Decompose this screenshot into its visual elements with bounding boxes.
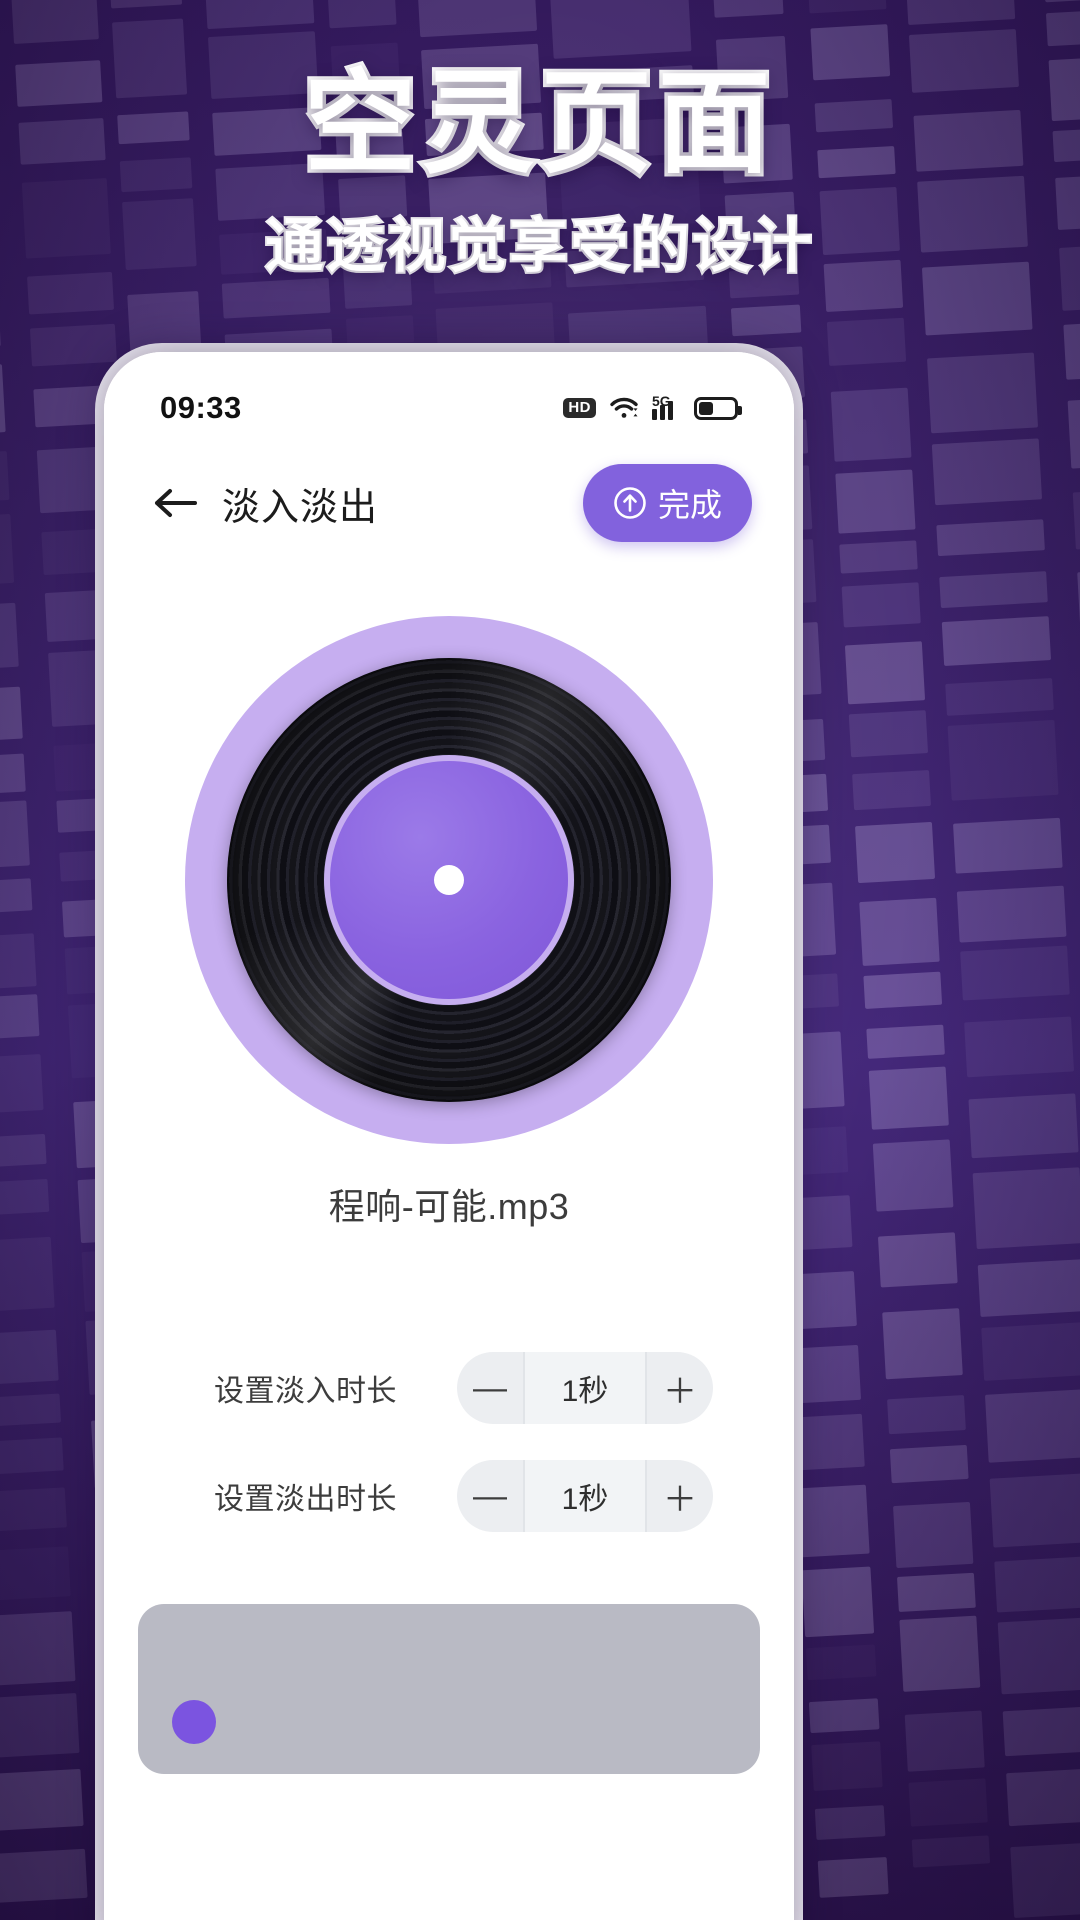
- promo-subtitle: 通透视觉享受的设计: [263, 210, 815, 282]
- done-button[interactable]: 完成: [582, 464, 752, 542]
- bottom-panel-indicator-dot: [172, 1700, 216, 1744]
- duration-stepper[interactable]: —1秒＋: [457, 1352, 713, 1424]
- setting-label: 设置淡出时长: [214, 1483, 397, 1516]
- battery-icon: [694, 396, 742, 420]
- stepper-minus-button[interactable]: —: [457, 1460, 523, 1532]
- battery-level: [699, 401, 714, 415]
- setting-row: 设置淡入时长 —1秒＋: [104, 1352, 794, 1424]
- bottom-panel[interactable]: [138, 1604, 760, 1774]
- settings-list: 设置淡入时长 —1秒＋ 设置淡出时长 —1秒＋: [104, 1352, 794, 1568]
- duration-stepper[interactable]: —1秒＋: [457, 1460, 713, 1532]
- promo-screenshot: 空灵页面 通透视觉享受的设计 09:33 HD 5G 淡入淡出 完成 程响-可能…: [0, 0, 1080, 1920]
- upload-icon: [614, 487, 646, 519]
- phone-mockup: 09:33 HD 5G 淡入淡出 完成 程响-可能.mp3 设置淡入时长 — 1…: [104, 352, 794, 1920]
- promo-title: 空灵页面: [301, 58, 776, 191]
- artwork-area: [104, 600, 794, 1160]
- back-button[interactable]: [146, 474, 204, 532]
- stepper-plus-button[interactable]: ＋: [647, 1352, 713, 1424]
- hd-icon: HD: [563, 398, 596, 418]
- stepper-value: 1秒: [523, 1460, 647, 1532]
- wifi-icon: [609, 396, 639, 420]
- phone-screen: 09:33 HD 5G 淡入淡出 完成 程响-可能.mp3 设置淡入时长 — 1…: [104, 352, 794, 1920]
- song-filename: 程响-可能.mp3: [328, 1186, 570, 1227]
- done-button-label: 完成: [657, 487, 722, 523]
- status-icons: HD 5G: [563, 393, 742, 420]
- setting-row: 设置淡出时长 —1秒＋: [104, 1460, 794, 1532]
- back-arrow-icon: [155, 489, 197, 517]
- stepper-minus-button[interactable]: —: [457, 1352, 523, 1424]
- nav-bar: 淡入淡出 完成: [104, 448, 794, 558]
- status-bar: 09:33 HD 5G: [104, 382, 794, 434]
- page-title: 淡入淡出: [222, 486, 379, 529]
- vinyl-record-icon[interactable]: [185, 616, 713, 1144]
- setting-label: 设置淡入时长: [214, 1375, 397, 1408]
- promo-headline: 空灵页面 通透视觉享受的设计: [0, 58, 1080, 283]
- status-time: 09:33: [160, 390, 242, 425]
- stepper-plus-button[interactable]: ＋: [647, 1460, 713, 1532]
- stepper-value: 1秒: [523, 1352, 647, 1424]
- signal-bars-icon: 5G: [652, 393, 681, 420]
- network-type-label: 5G: [652, 393, 671, 409]
- vinyl-spindle-hole: [434, 865, 464, 895]
